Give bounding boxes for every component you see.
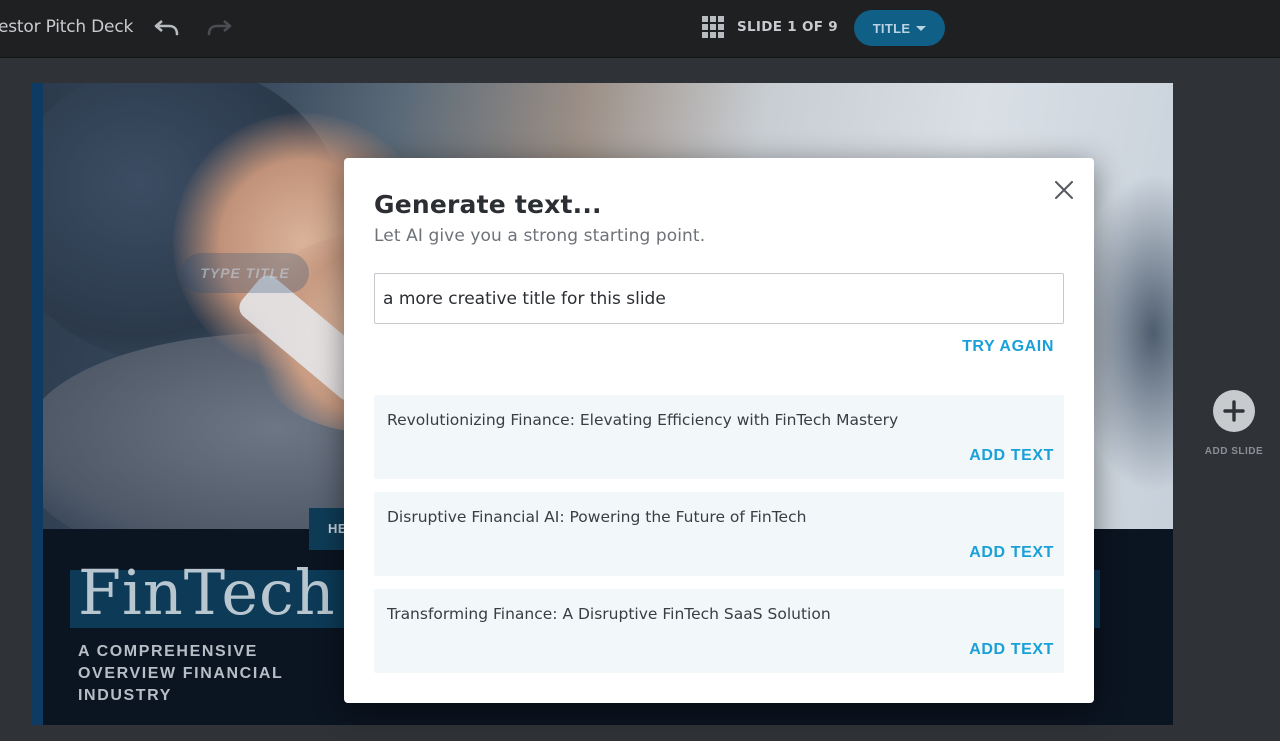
add-text-button[interactable]: ADD TEXT — [969, 641, 1054, 659]
slide-subtitle[interactable]: A COMPREHENSIVE OVERVIEW FINANCIAL INDUS… — [78, 641, 358, 707]
layout-button-label: TITLE — [872, 20, 911, 36]
title-placeholder[interactable]: TYPE TITLE — [181, 253, 309, 293]
suggestion-text: Revolutionizing Finance: Elevating Effic… — [387, 411, 899, 429]
dialog-subtitle: Let AI give you a strong starting point. — [374, 226, 706, 246]
add-slide-button[interactable] — [1213, 390, 1255, 432]
slide-counter: SLIDE 1 OF 9 — [737, 19, 838, 35]
undo-icon — [154, 20, 179, 36]
redo-icon — [207, 20, 232, 36]
suggestion-text: Disruptive Financial AI: Powering the Fu… — [387, 508, 807, 526]
undo-button[interactable] — [152, 14, 182, 40]
plus-icon — [1223, 400, 1245, 422]
dialog-title: Generate text... — [374, 190, 602, 219]
redo-button[interactable] — [204, 14, 234, 40]
add-text-button[interactable]: ADD TEXT — [969, 447, 1054, 465]
generate-text-dialog: Generate text... Let AI give you a stron… — [344, 158, 1094, 703]
suggestion-card: Disruptive Financial AI: Powering the Fu… — [374, 492, 1064, 576]
top-bar: estor Pitch Deck SLIDE 1 OF 9 TITLE — [0, 0, 1280, 58]
prompt-input[interactable] — [374, 273, 1064, 324]
suggestion-card: Transforming Finance: A Disruptive FinTe… — [374, 589, 1064, 673]
add-slide-label[interactable]: ADD SLIDE — [1200, 446, 1268, 457]
close-button[interactable] — [1052, 178, 1076, 202]
caret-down-icon — [916, 26, 927, 31]
suggestion-text: Transforming Finance: A Disruptive FinTe… — [387, 605, 831, 623]
title-placeholder-label: TYPE TITLE — [200, 265, 290, 281]
add-text-button[interactable]: ADD TEXT — [969, 544, 1054, 562]
layout-dropdown-button[interactable]: TITLE — [854, 10, 945, 46]
slide-headline[interactable]: FinTech — [78, 556, 336, 629]
grid-icon[interactable] — [702, 16, 724, 38]
try-again-button[interactable]: TRY AGAIN — [962, 338, 1054, 356]
suggestion-card: Revolutionizing Finance: Elevating Effic… — [374, 395, 1064, 479]
presentation-title[interactable]: estor Pitch Deck — [0, 17, 133, 37]
close-icon — [1055, 181, 1073, 199]
slide-accent-bar — [31, 83, 43, 725]
